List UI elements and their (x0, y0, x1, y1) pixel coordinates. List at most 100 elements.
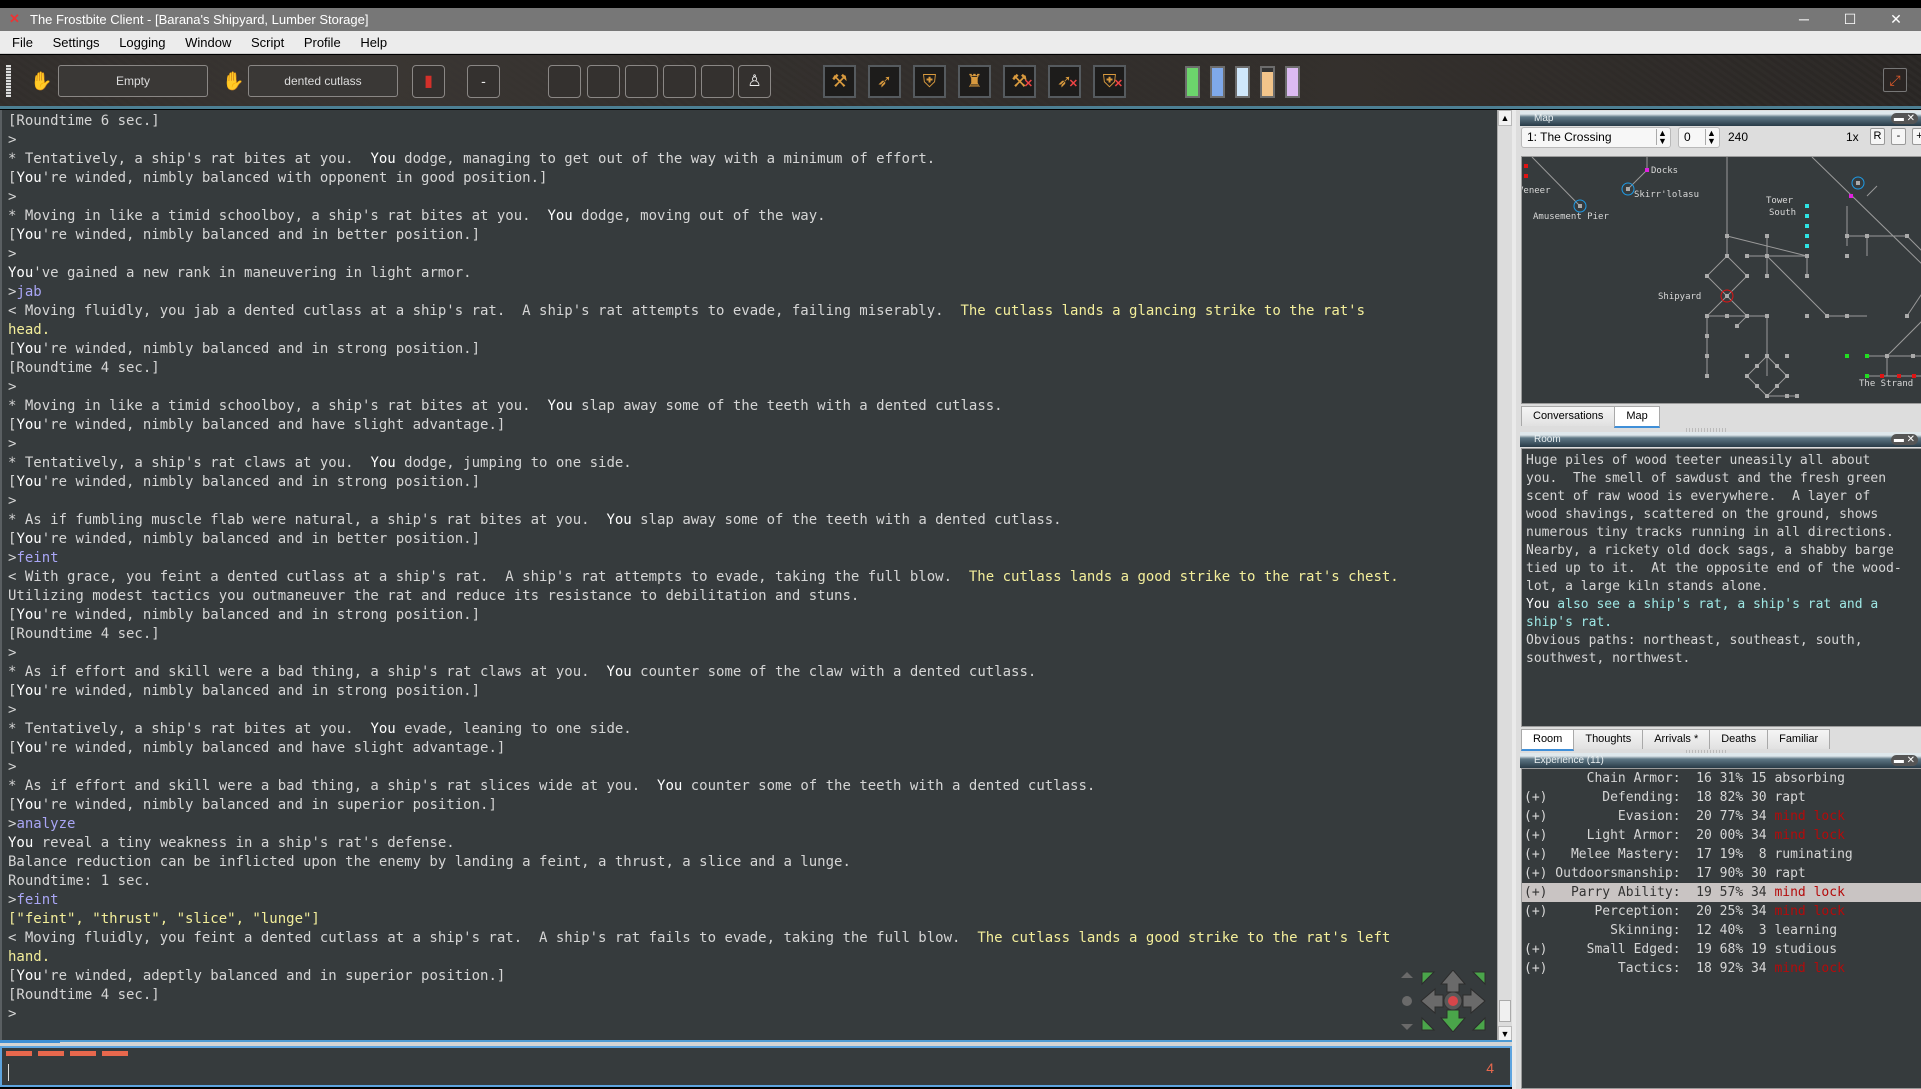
experience-row[interactable]: (+) Parry Ability: 19 57% 34 mind lock (1522, 883, 1921, 902)
map-room[interactable] (1745, 254, 1749, 258)
dock-buttons[interactable]: ▬ ✕ (1890, 755, 1918, 766)
tab-deaths[interactable]: Deaths (1709, 729, 1769, 749)
map-room[interactable] (1805, 274, 1809, 278)
dock-close-icon[interactable]: ✕ (1907, 755, 1915, 766)
room-dock-header[interactable]: Room ▬ ✕ (1520, 432, 1921, 447)
map-room[interactable] (1745, 274, 1749, 278)
experience-row[interactable]: (+) Tactics: 18 92% 34 mind lock (1522, 959, 1921, 978)
map-room[interactable] (1905, 314, 1909, 318)
dock-minimize-icon[interactable]: ▬ (1894, 434, 1904, 445)
compass-northwest-arrow[interactable] (1421, 971, 1436, 986)
compass-southeast-arrow[interactable] (1471, 1016, 1486, 1031)
map-room[interactable] (1865, 234, 1869, 238)
map-room[interactable] (1912, 374, 1916, 378)
dock-minimize-icon[interactable]: ▬ (1894, 755, 1904, 766)
map-room[interactable] (1524, 164, 1528, 168)
map-room[interactable] (1745, 314, 1749, 318)
spinner-icon[interactable]: ▲ ▼ (1656, 129, 1668, 146)
zone-select[interactable]: 1: The Crossing ▲ ▼ (1521, 127, 1671, 148)
tab-map[interactable]: Map (1614, 406, 1660, 428)
map-room[interactable] (1849, 194, 1853, 198)
minimize-button[interactable]: ─ (1781, 8, 1827, 31)
map-room[interactable] (1745, 374, 1749, 378)
current-room[interactable] (1725, 294, 1729, 298)
map-room[interactable] (1805, 204, 1809, 208)
map-rooms[interactable] (1524, 164, 1916, 398)
map-room[interactable] (1805, 214, 1809, 218)
experience-dock-header[interactable]: Experience (11) ▬ ✕ (1520, 753, 1921, 768)
map-room[interactable] (1845, 254, 1849, 258)
map-room[interactable] (1725, 234, 1729, 238)
map-room[interactable] (1755, 384, 1759, 388)
map-room[interactable] (1805, 314, 1809, 318)
experience-row[interactable]: (+) Light Armor: 20 00% 34 mind lock (1522, 826, 1921, 845)
experience-row[interactable]: Chain Armor: 16 31% 15 absorbing (1522, 769, 1921, 788)
command-input[interactable]: 4 (0, 1046, 1512, 1087)
tab-familiar[interactable]: Familiar (1767, 729, 1831, 749)
spinner-icon[interactable]: ▲ ▼ (1705, 129, 1717, 146)
map-room[interactable] (1885, 354, 1889, 358)
map-room[interactable] (1911, 354, 1915, 358)
map-room[interactable] (1785, 394, 1789, 398)
map-room[interactable] (1578, 204, 1582, 208)
armor-icon[interactable]: ♜ (958, 65, 991, 98)
menu-logging[interactable]: Logging (119, 31, 165, 54)
map-zoom-in-button[interactable]: + (1912, 128, 1921, 145)
dock-buttons[interactable]: ▬ ✕ (1890, 113, 1918, 124)
menu-file[interactable]: File (12, 31, 33, 54)
compass-east-arrow[interactable] (1462, 987, 1486, 1015)
map-room[interactable] (1825, 314, 1829, 318)
spellbook-icon[interactable]: ▮ (412, 65, 445, 98)
dock-minimize-icon[interactable]: ▬ (1894, 113, 1904, 124)
close-button[interactable]: ✕ (1873, 8, 1919, 31)
experience-row[interactable]: (+) Melee Mastery: 17 19% 8 ruminating (1522, 845, 1921, 864)
map-room[interactable] (1765, 234, 1769, 238)
menu-help[interactable]: Help (360, 31, 387, 54)
map-room[interactable] (1897, 374, 1901, 378)
map-room[interactable] (1626, 187, 1630, 191)
compass-out-dot[interactable] (1402, 996, 1412, 1006)
map-room[interactable] (1865, 354, 1869, 358)
map-room[interactable] (1880, 374, 1884, 378)
map-room[interactable] (1765, 314, 1769, 318)
map-room[interactable] (1865, 374, 1869, 378)
toolbar-grip[interactable] (6, 65, 11, 97)
menu-profile[interactable]: Profile (304, 31, 341, 54)
map-room[interactable] (1755, 364, 1759, 368)
map-room[interactable] (1775, 364, 1779, 368)
map-room[interactable] (1785, 354, 1789, 358)
map-room[interactable] (1705, 274, 1709, 278)
map-room[interactable] (1765, 394, 1769, 398)
map-room[interactable] (1805, 244, 1809, 248)
scrollbar-thumb[interactable] (1499, 1000, 1511, 1022)
map-zoom-out-button[interactable]: - (1891, 128, 1906, 145)
map-room[interactable] (1725, 254, 1729, 258)
map-room[interactable] (1745, 354, 1749, 358)
map-room[interactable] (1705, 314, 1709, 318)
dock-buttons[interactable]: ▬ ✕ (1890, 434, 1918, 445)
level-select[interactable]: 0 ▲ ▼ (1678, 127, 1720, 148)
compass-south-arrow[interactable] (1439, 1009, 1467, 1032)
melee-weapon-icon[interactable]: ⚒ ✕ (1003, 65, 1036, 98)
experience-row[interactable]: (+) Perception: 20 25% 34 mind lock (1522, 902, 1921, 921)
map-reset-button[interactable]: R (1870, 128, 1885, 145)
map-room[interactable] (1845, 354, 1849, 358)
map-room[interactable] (1845, 314, 1849, 318)
tab-thoughts[interactable]: Thoughts (1573, 729, 1644, 749)
shield-icon[interactable]: ⛨ ✕ (1093, 65, 1126, 98)
map-room[interactable] (1524, 174, 1528, 178)
bow-icon[interactable]: ➶ ✕ (1048, 65, 1081, 98)
map-room[interactable] (1765, 274, 1769, 278)
map-room[interactable] (1805, 224, 1809, 228)
map-room[interactable] (1705, 334, 1709, 338)
maximize-button[interactable]: ☐ (1827, 8, 1873, 31)
menu-script[interactable]: Script (251, 31, 284, 54)
melee-weapon-icon[interactable]: ⚒ (823, 65, 856, 98)
experience-row[interactable]: (+) Small Edged: 19 68% 19 studious (1522, 940, 1921, 959)
map-room[interactable] (1705, 374, 1709, 378)
map-room[interactable] (1785, 374, 1789, 378)
map-room[interactable] (1845, 234, 1849, 238)
map-room[interactable] (1795, 394, 1799, 398)
map-room[interactable] (1856, 181, 1860, 185)
experience-row[interactable]: (+) Evasion: 20 77% 34 mind lock (1522, 807, 1921, 826)
